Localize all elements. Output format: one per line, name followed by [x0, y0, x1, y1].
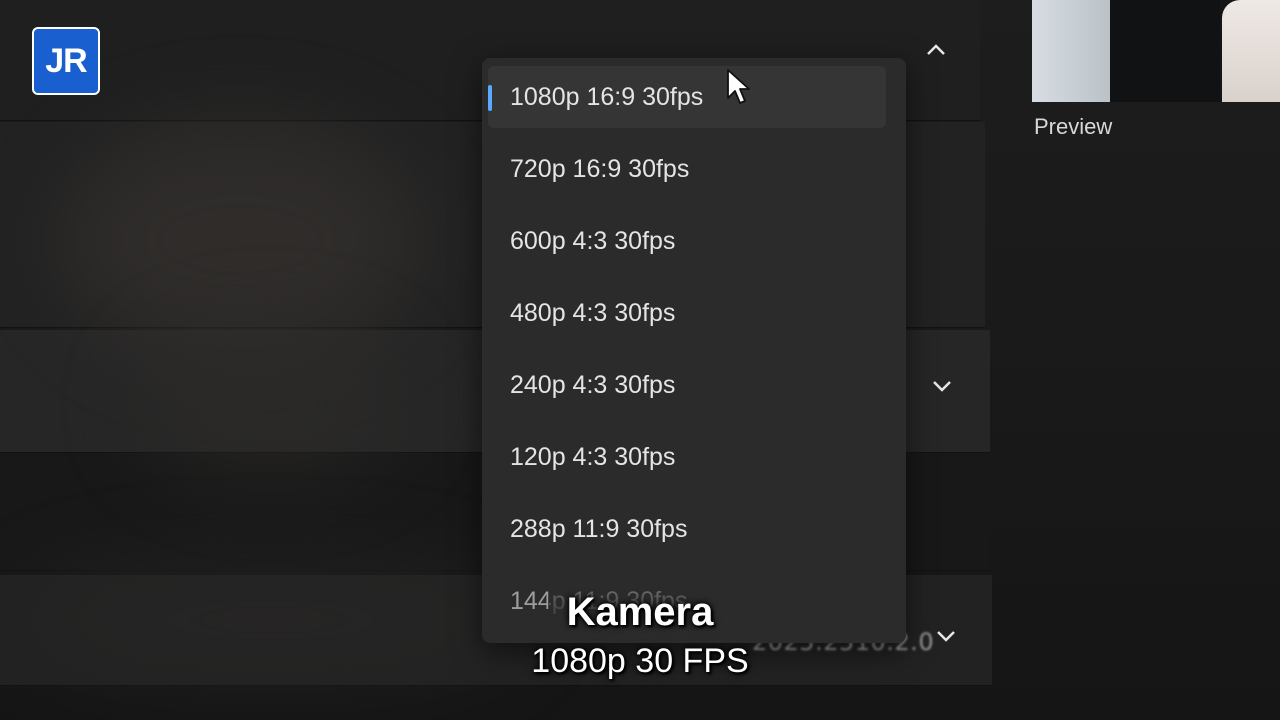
option-label: 720p 16:9 30fps — [510, 155, 690, 183]
dropdown-option[interactable]: 120p 4:3 30fps — [488, 426, 886, 488]
dropdown-option[interactable]: 1080p 16:9 30fps — [488, 66, 886, 128]
video-frame: 2025.2510.2.0 Preview JR 1080p 16:9 30fp… — [0, 0, 1280, 720]
chevron-up-icon[interactable] — [922, 36, 950, 64]
option-label: 1080p 16:9 30fps — [510, 83, 704, 111]
option-label: 120p 4:3 30fps — [510, 443, 676, 471]
dropdown-option[interactable]: 720p 16:9 30fps — [488, 138, 886, 200]
channel-logo: JR — [32, 27, 100, 95]
dropdown-option[interactable]: 240p 4:3 30fps — [488, 354, 886, 416]
preview-label: Preview — [1034, 114, 1113, 139]
dropdown-option[interactable]: 600p 4:3 30fps — [488, 210, 886, 272]
chevron-down-icon[interactable] — [928, 372, 956, 400]
option-label: 288p 11:9 30fps — [510, 515, 688, 543]
resolution-dropdown[interactable]: 1080p 16:9 30fps 720p 16:9 30fps 600p 4:… — [482, 58, 906, 643]
dropdown-option[interactable]: 480p 4:3 30fps — [488, 282, 886, 344]
background-blur — [60, 120, 420, 360]
option-label: 600p 4:3 30fps — [510, 227, 676, 255]
selection-indicator — [488, 85, 492, 111]
camera-preview — [1032, 0, 1280, 102]
option-label: 480p 4:3 30fps — [510, 299, 676, 327]
mouse-cursor-icon — [726, 68, 752, 106]
dropdown-option[interactable]: 288p 11:9 30fps — [488, 498, 886, 560]
caption-subtitle: 1080p 30 FPS — [531, 642, 749, 680]
background-blur — [140, 330, 400, 480]
caption-title: Kamera — [566, 590, 714, 634]
option-label: 240p 4:3 30fps — [510, 371, 676, 399]
